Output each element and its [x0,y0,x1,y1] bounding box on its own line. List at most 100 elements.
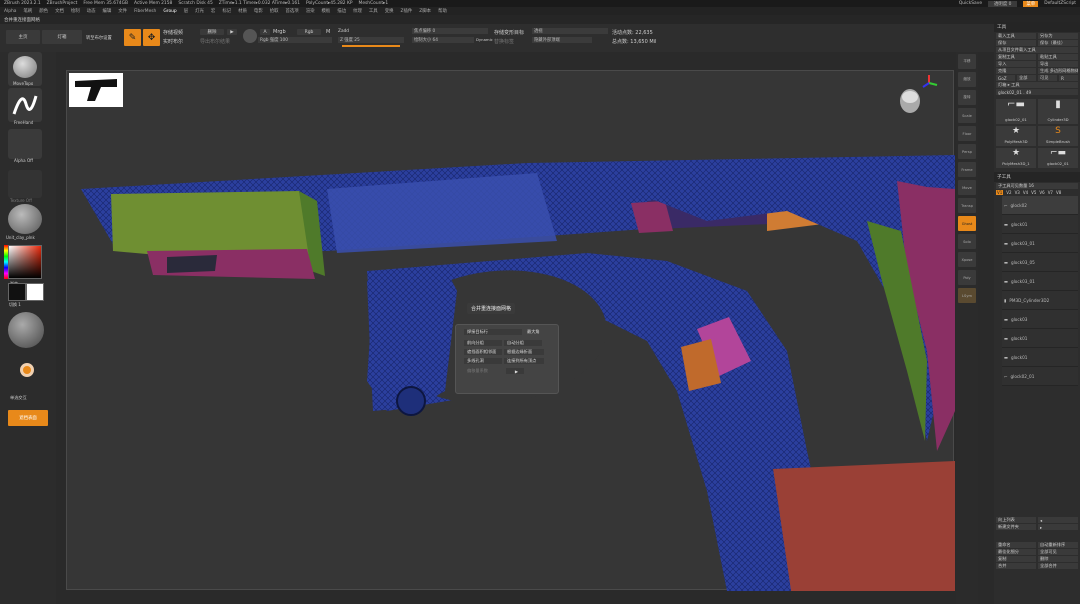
menu-item[interactable]: 工具 [369,8,378,14]
all-visible-button[interactable]: 全部可见 [1038,549,1078,555]
menu-item[interactable]: 动态 [87,8,96,14]
draw-button[interactable]: ✥ [143,29,160,46]
visible-button[interactable]: 可见 [1038,75,1057,81]
render-sphere-icon[interactable] [243,29,257,43]
color-picker[interactable] [8,245,42,279]
matcap-sphere[interactable] [8,312,44,348]
visibility-set[interactable]: V8 [1056,190,1061,195]
tool-thumb[interactable]: ⌐▬ glock02_01 [996,99,1036,124]
shelf-button[interactable]: 缩放 [958,72,976,87]
menu-item[interactable]: 灯光 [195,8,204,14]
import-button[interactable]: 导入 [996,61,1036,67]
visibility-set[interactable]: V7 [1048,190,1053,195]
shelf-button[interactable]: 旋转 [958,90,976,105]
visibility-set[interactable]: V1 [996,190,1004,195]
menu-item[interactable]: 电影 [254,8,263,14]
menu-item[interactable]: 首选项 [286,8,299,14]
menu-item[interactable]: 笔刷 [23,8,32,14]
menu-button[interactable]: 菜单 [1023,0,1039,7]
menu-item[interactable]: 颜色 [39,8,48,14]
stroke-thumbnail[interactable] [8,88,42,122]
new-folder-button[interactable]: 新建文件夹 [996,524,1036,530]
load-from-project-button[interactable]: 从项目文件载入工具 [996,47,1078,53]
dialog-option-multi-hole[interactable]: 多线孔洞 [464,358,502,364]
home-button[interactable]: 主页 [6,30,40,44]
goz-button[interactable]: GoZ [996,75,1015,81]
rgb-intensity-slider[interactable]: Rgb 强度 100 [258,37,332,43]
mrgb-toggle[interactable]: Mrgb [273,29,286,35]
menu-item[interactable]: 层 [184,8,188,14]
hue-strip[interactable] [4,245,8,279]
shelf-button[interactable]: Solo [958,234,976,249]
perspective-slider[interactable]: 透视 [532,28,608,34]
subtool-row[interactable]: ⌐ glock02 [1002,196,1078,215]
tool-thumb[interactable]: ⌐▬ glock02_01 [1038,148,1078,168]
tool-thumb[interactable]: ▮ Cylinder3D [1038,99,1078,124]
menu-item[interactable]: Group [163,9,176,14]
shelf-button[interactable]: 平移 [958,54,976,69]
axis-gizmo[interactable] [919,73,939,93]
menu-item[interactable]: 宏 [211,8,215,14]
clone-button[interactable]: 克隆 [996,68,1036,74]
shelf-button[interactable]: Move [958,180,976,195]
subtool-visible-count[interactable]: 子工具可见数量 16 [996,183,1078,189]
visibility-set[interactable]: V2 [1006,190,1011,195]
subtool-row[interactable]: ▬ glock03_01 [1002,272,1078,291]
draw-size-slider[interactable]: 绘制大小 64 [412,37,474,43]
material-sphere[interactable] [8,204,42,234]
export-button[interactable]: 导出 [1038,61,1078,67]
secondary-color-swatch[interactable] [8,283,26,301]
subtool-row[interactable]: ▬ glock01 [1002,348,1078,367]
menu-item[interactable]: Z脚本 [419,8,431,14]
shelf-button[interactable]: Frame [958,162,976,177]
shelf-button[interactable]: Scale [958,108,976,123]
shelf-button[interactable]: Transp [958,198,976,213]
dialog-option-auto-group[interactable]: 自动分组 [504,340,542,346]
default-script-button[interactable]: DefaultZScript [1044,1,1076,6]
subtool-row[interactable]: ▬ glock01 [1002,215,1078,234]
merge-all-button[interactable]: 全部合并 [1038,563,1078,569]
dialog-option-edge-fold[interactable]: 根据边缘折面 [504,349,544,355]
rgb-toggle[interactable]: Rgb [297,29,321,35]
weld-dropdown[interactable]: 焊接目标行 [464,329,522,335]
dialog-option-connect-verts[interactable]: 连接到所有顶点 [504,358,544,364]
menu-item[interactable]: 标记 [222,8,231,14]
switch-color-label[interactable]: 切换 1 [9,302,21,308]
z-intensity-slider[interactable]: Z 强度 25 [338,37,404,43]
occlude-surface-button[interactable]: 遮挡表面 [8,410,48,426]
tool-thumb[interactable]: ★ PolyMesh3D [996,126,1036,146]
visibility-set[interactable]: V3 [1015,190,1020,195]
delete-subtool-button[interactable]: 删除 [1038,556,1078,562]
play-button[interactable]: ▶ [227,29,237,35]
texture-thumbnail[interactable] [8,170,42,198]
load-tool-button[interactable]: 载入工具 [996,33,1036,39]
optimize-subdiv-button[interactable]: 最佳化细分 [996,549,1036,555]
menu-item[interactable]: 帮助 [438,8,447,14]
arrow-right-button[interactable]: ▸ [1038,524,1078,530]
all-button[interactable]: 全部 [1017,75,1036,81]
menu-item[interactable]: 编辑 [102,8,111,14]
merge-button[interactable]: 合并 [996,563,1036,569]
orientation-head[interactable] [899,87,921,117]
floor-slider[interactable]: 隐藏外部顶端 [532,37,592,43]
menu-item[interactable]: Z插件 [400,8,412,14]
alpha-thumbnail[interactable] [8,129,42,159]
subtool-row[interactable]: ▬ glock03 [1002,310,1078,329]
shelf-button[interactable]: Poly [958,270,976,285]
m-toggle[interactable]: M [326,29,330,35]
shelf-button-active[interactable]: Ghost [958,216,976,231]
transparency-slider[interactable]: 透明度 0 [988,0,1018,7]
menu-item[interactable]: 文件 [118,8,127,14]
paste-tool-button[interactable]: 粘贴工具 [1038,54,1078,60]
shelf-button[interactable]: Xpose [958,252,976,267]
dialog-option-occlude-adjacent[interactable]: 遮挡面积相邻面 [464,349,502,355]
tool-thumb[interactable]: S SimpleBrush [1038,126,1078,146]
lightbox-tools-button[interactable]: 灯箱 ▸ 工具 [996,82,1078,88]
menu-item[interactable]: 变换 [385,8,394,14]
dialog-play-button[interactable]: ▶ [506,368,524,374]
menu-item[interactable]: FiberMesh [134,9,156,14]
save-button[interactable]: 保存 [996,40,1036,46]
subtool-row[interactable]: ▬ glock03_01 [1002,234,1078,253]
make-polymesh-button[interactable]: 生成 多边形网格物体 [1038,68,1078,74]
auto-reorder-button[interactable]: 自动重新排序 [1038,542,1078,548]
